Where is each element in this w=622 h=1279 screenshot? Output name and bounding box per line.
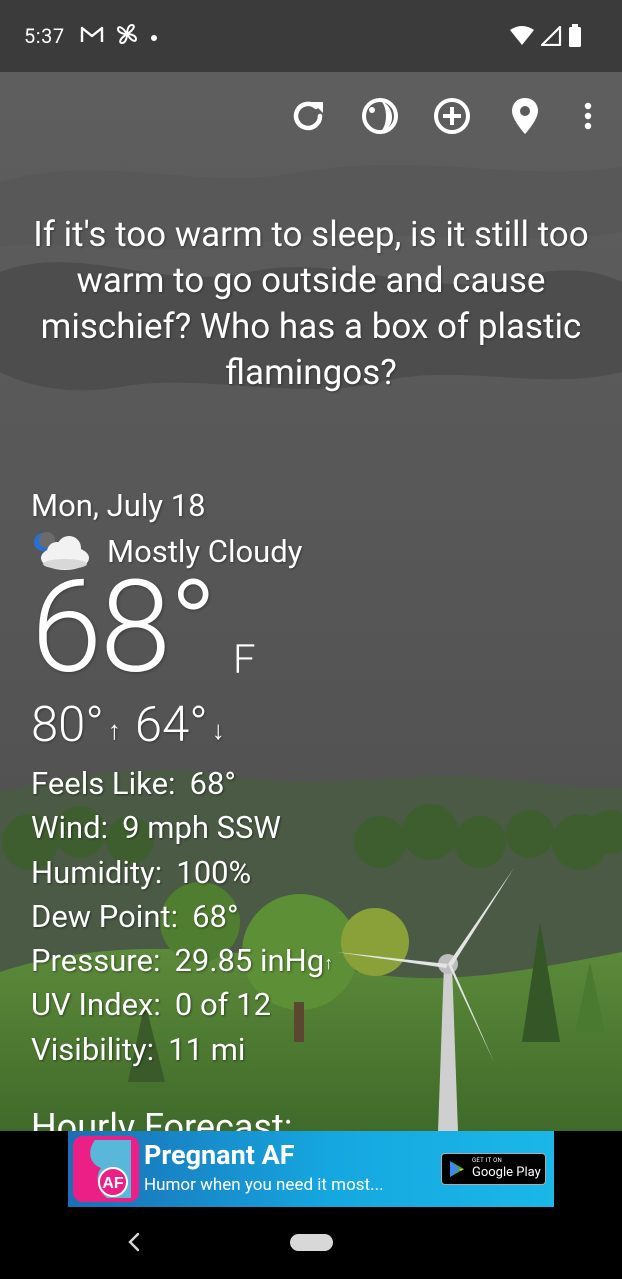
battery-icon: [568, 24, 582, 52]
humidity-value: 100%: [176, 853, 252, 891]
add-location-icon: [432, 96, 472, 140]
status-time: 5:37: [24, 24, 65, 48]
gmail-icon: [80, 24, 104, 48]
home-pill-button[interactable]: [290, 1234, 333, 1251]
visibility-row: Visibility: 11 mi: [31, 1028, 591, 1072]
location-pin-icon: [510, 96, 540, 140]
back-chevron-icon: [122, 1232, 146, 1261]
visibility-value: 11 mi: [168, 1030, 246, 1068]
ad-container: AF Pregnant AF Humor when you need it mo…: [0, 1131, 622, 1211]
more-vert-icon: [583, 101, 593, 135]
low-temperature: 64°: [134, 696, 208, 753]
signal-icon: [540, 25, 562, 50]
status-bar: 5:37: [0, 0, 622, 72]
ad-subtitle: Humor when you need it most...: [144, 1175, 384, 1195]
current-temperature: 68°: [31, 553, 217, 703]
dew-point-row: Dew Point: 68°: [31, 895, 591, 939]
date-label: Mon, July 18: [31, 487, 206, 524]
uv-index-label: UV Index:: [31, 986, 161, 1024]
theme-icon: [360, 96, 400, 140]
status-right-icons: [510, 24, 582, 52]
store-small-label: GET IT ON: [472, 1157, 503, 1164]
dew-point-label: Dew Point:: [31, 897, 179, 935]
more-options-button[interactable]: [566, 96, 610, 140]
pressure-label: Pressure:: [31, 942, 161, 980]
dew-point-value: 68°: [192, 897, 239, 935]
wifi-icon: [510, 26, 534, 50]
wind-label: Wind:: [31, 809, 109, 847]
ad-title: Pregnant AF: [144, 1139, 295, 1171]
temperature-unit: F: [233, 636, 256, 683]
wind-row: Wind: 9 mph SSW: [31, 806, 591, 850]
visibility-label: Visibility:: [31, 1030, 155, 1068]
navigation-bar: [0, 1211, 622, 1279]
pinwheel-icon: [114, 21, 140, 51]
high-low-row: 80° ↑ 64° ↓: [31, 696, 591, 754]
toolbar: [0, 96, 622, 140]
back-button[interactable]: [122, 1227, 146, 1257]
refresh-icon: [288, 96, 328, 140]
feels-like-row: Feels Like: 68°: [31, 762, 591, 806]
humidity-label: Humidity:: [31, 853, 163, 891]
current-weather: Mon, July 18 Mostly Cloudy 68° F 80° ↑ 6…: [31, 484, 591, 1072]
ad-logo-text: AF: [102, 1175, 124, 1192]
weather-quote: If it's too warm to sleep, is it still t…: [33, 214, 589, 393]
uv-index-row: UV Index: 0 of 12: [31, 983, 591, 1027]
add-location-button[interactable]: [430, 96, 474, 140]
pressure-row: Pressure: 29.85 inHg↑: [31, 939, 591, 983]
play-store-icon: [448, 1160, 466, 1182]
ad-app-logo: AF: [73, 1136, 139, 1202]
up-arrow-icon: ↑: [107, 716, 121, 746]
ad-banner[interactable]: AF Pregnant AF Humor when you need it mo…: [68, 1131, 554, 1207]
pressure-trend-icon: ↑: [324, 953, 334, 975]
feels-like-value: 68°: [189, 765, 236, 802]
temperature-row: 68° F: [31, 564, 591, 696]
feels-like-label: Feels Like:: [31, 765, 176, 802]
refresh-button[interactable]: [286, 96, 330, 140]
google-play-badge[interactable]: GET IT ON Google Play: [441, 1153, 546, 1185]
weather-details: Feels Like: 68° Wind: 9 mph SSW Humidity: 1…: [31, 762, 591, 1072]
wind-value: 9 mph SSW: [122, 809, 281, 847]
high-temperature: 80°: [31, 696, 104, 753]
dot-icon: [150, 27, 158, 46]
theme-button[interactable]: [358, 96, 402, 140]
store-big-label: Google Play: [472, 1165, 541, 1180]
location-button[interactable]: [503, 96, 547, 140]
pressure-value: 29.85 inHg: [174, 942, 325, 980]
status-left-icons: [80, 22, 158, 50]
humidity-row: Humidity: 100%: [31, 851, 591, 895]
uv-index-value: 0 of 12: [174, 986, 271, 1024]
down-arrow-icon: ↓: [211, 716, 225, 746]
